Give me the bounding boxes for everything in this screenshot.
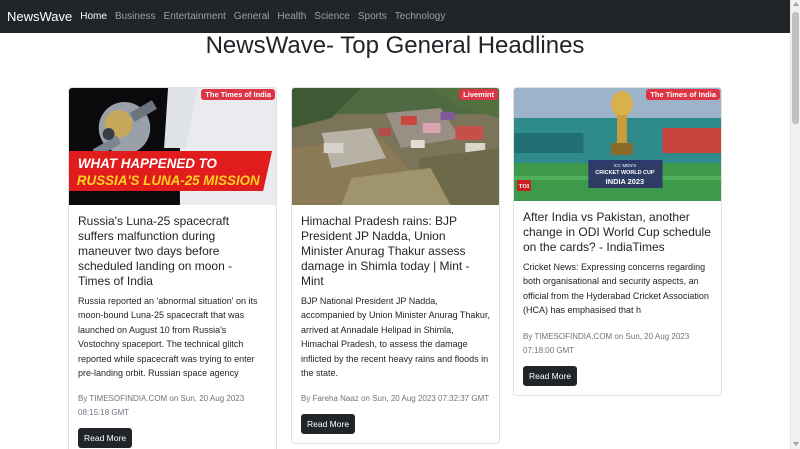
card-body: Russia's Luna-25 spacecraft suffers malf… (69, 205, 276, 449)
article-description: Cricket News: Expressing concerns regard… (523, 262, 709, 316)
nav-link-science[interactable]: Science (314, 11, 350, 22)
news-card: Livemint Himachal Pradesh rains: BJP Pre… (291, 87, 500, 445)
world-cup-trophy-image: TOI ICC MEN'S CRICKET WORLD CUP INDIA 20… (514, 88, 721, 201)
luna-spacecraft-image: WHAT HAPPENED TO RUSSIA'S LUNA-25 MISSIO… (69, 88, 276, 205)
source-badge: The Times of India (201, 89, 275, 100)
nav-link-sports[interactable]: Sports (358, 11, 387, 22)
nav-link-home[interactable]: Home (80, 11, 107, 22)
image-caption-line-2: RUSSIA'S LUNA-25 MISSION (77, 173, 260, 188)
image-caption-line-2: CRICKET WORLD CUP (595, 170, 655, 176)
article-meta: By Fareha Naaz on Sun, 20 Aug 2023 07:32… (301, 394, 490, 404)
scroll-up-arrow-icon[interactable] (793, 2, 799, 6)
card-body: After India vs Pakistan, another change … (514, 201, 721, 395)
image-caption-line-1: WHAT HAPPENED TO (78, 156, 218, 171)
nav-link-business[interactable]: Business (115, 11, 156, 22)
article-author: TIMESOFINDIA.COM (89, 394, 168, 404)
article-title: Himachal Pradesh rains: BJP President JP… (301, 214, 470, 288)
image-caption-line-3: INDIA 2023 (606, 177, 644, 186)
nav-link-health[interactable]: Health (277, 11, 306, 22)
image-caption-line-1: ICC MEN'S (614, 163, 637, 168)
news-card: TOI ICC MEN'S CRICKET WORLD CUP INDIA 20… (513, 87, 722, 396)
brand-logo[interactable]: NewsWave (7, 9, 72, 24)
page-scrollbar[interactable] (790, 0, 800, 449)
article-date: Sun, 20 Aug 2023 07:32:37 GMT (372, 394, 490, 404)
scroll-down-arrow-icon[interactable] (793, 442, 799, 446)
article-description: BJP National President JP Nadda, accompa… (301, 296, 490, 379)
news-image: TOI ICC MEN'S CRICKET WORLD CUP INDIA 20… (514, 88, 721, 201)
nav-link-technology[interactable]: Technology (395, 11, 446, 22)
nav-link-entertainment[interactable]: Entertainment (164, 11, 226, 22)
article-meta: By TIMESOFINDIA.COM on Sun, 20 Aug 2023 … (523, 331, 690, 355)
article-title: Russia's Luna-25 spacecraft suffers malf… (78, 214, 233, 288)
read-more-button[interactable]: Read More (78, 428, 133, 449)
article-title: After India vs Pakistan, another change … (523, 210, 711, 254)
flood-damage-image (292, 88, 499, 205)
scroll-thumb[interactable] (792, 12, 799, 124)
news-card: WHAT HAPPENED TO RUSSIA'S LUNA-25 MISSIO… (68, 87, 277, 449)
page-title: NewsWave- Top General Headlines (205, 32, 585, 59)
news-image: WHAT HAPPENED TO RUSSIA'S LUNA-25 MISSIO… (69, 88, 276, 205)
article-meta: By TIMESOFINDIA.COM on Sun, 20 Aug 2023 … (78, 394, 245, 418)
read-more-button[interactable]: Read More (523, 365, 578, 386)
article-description: Russia reported an 'abnormal situation' … (78, 296, 258, 379)
source-badge: The Times of India (646, 89, 720, 100)
source-badge: Livemint (459, 89, 498, 100)
nav-link-general[interactable]: General (234, 11, 270, 22)
article-author: TIMESOFINDIA.COM (534, 331, 613, 341)
toi-logo-text: TOI (519, 184, 530, 190)
news-image: Livemint (292, 88, 499, 205)
top-navbar: NewsWave Home Business Entertainment Gen… (0, 0, 790, 33)
read-more-button[interactable]: Read More (301, 414, 356, 435)
card-body: Himachal Pradesh rains: BJP President JP… (292, 205, 499, 443)
article-author: Fareha Naaz (312, 394, 359, 404)
